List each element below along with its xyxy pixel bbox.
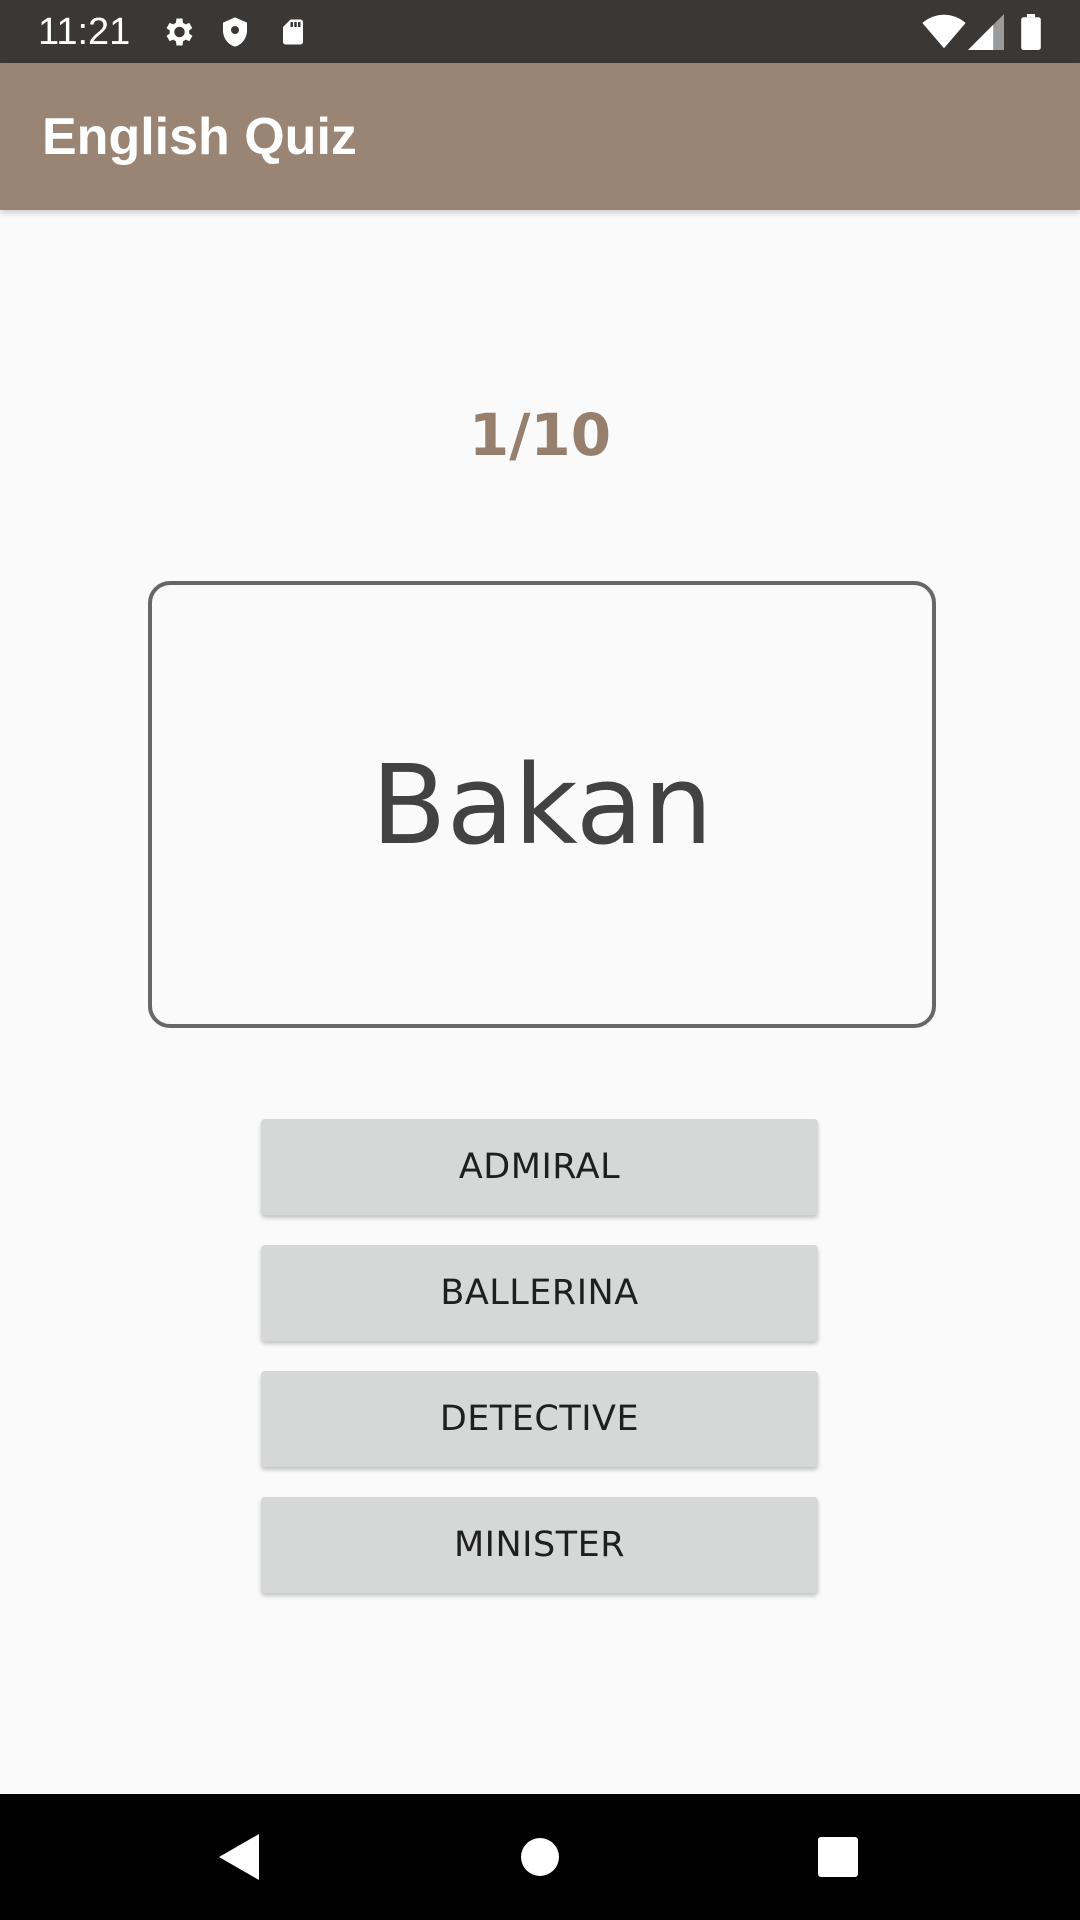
word-card: Bakan (148, 581, 936, 1028)
recents-icon[interactable] (803, 1822, 873, 1892)
answer-button-1[interactable]: ADMIRAL (261, 1119, 818, 1215)
status-bar: 11:21 (0, 0, 1080, 63)
answer-button-3[interactable]: DETECTIVE (261, 1371, 818, 1467)
signal-icon (968, 14, 1004, 50)
settings-icon (166, 18, 193, 46)
shield-icon (223, 17, 247, 47)
back-icon[interactable] (205, 1822, 275, 1892)
screen: 11:21 English Quiz 1/10 Bakan ADMIRAL BA… (0, 0, 1080, 1920)
wifi-icon (922, 14, 966, 49)
sd-card-icon (283, 19, 303, 45)
answer-button-4[interactable]: MINISTER (261, 1497, 818, 1593)
question-word: Bakan (371, 740, 713, 869)
app-title: English Quiz (42, 108, 357, 166)
status-time: 11:21 (38, 11, 131, 53)
answer-button-2[interactable]: BALLERINA (261, 1245, 818, 1341)
question-progress: 1/10 (468, 401, 612, 469)
app-bar: English Quiz (0, 63, 1080, 210)
battery-icon (1021, 14, 1041, 50)
navigation-bar (0, 1794, 1080, 1920)
home-icon[interactable] (505, 1822, 575, 1892)
